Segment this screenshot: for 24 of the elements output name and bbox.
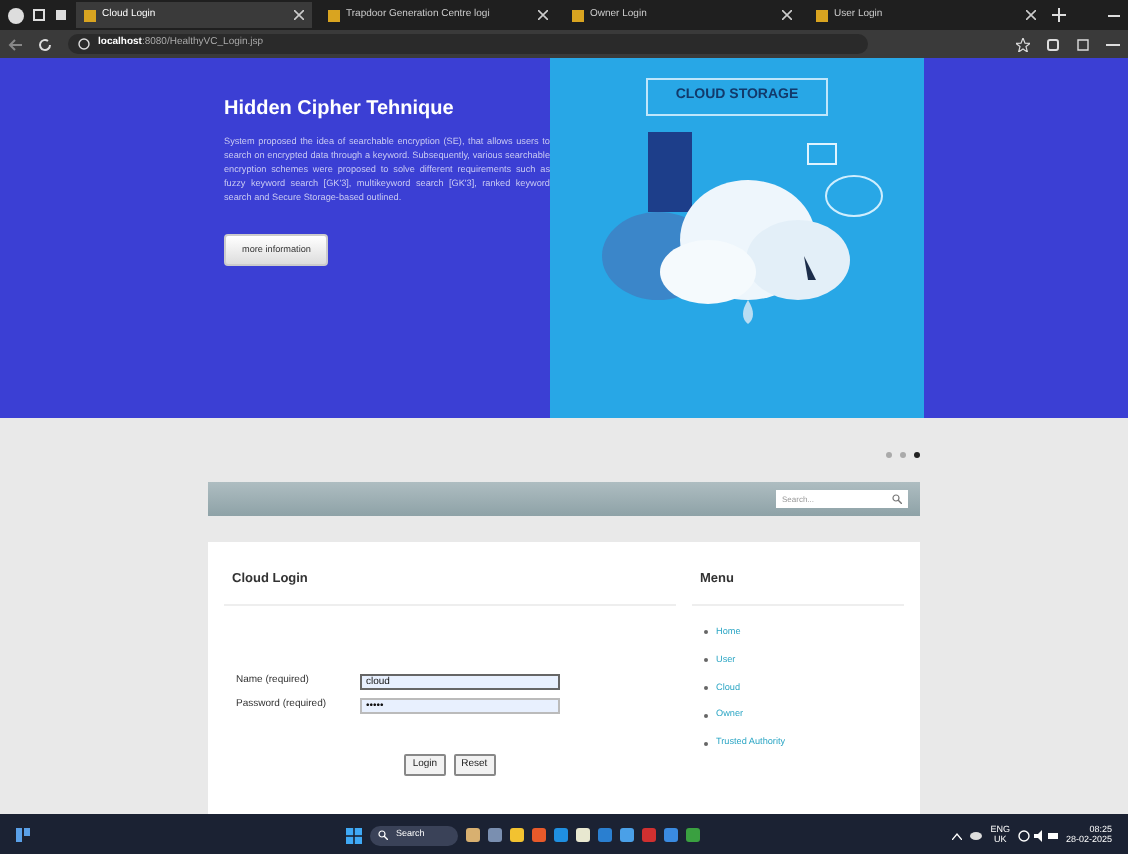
- widgets-icon[interactable]: [16, 828, 30, 842]
- search-icon: [378, 830, 388, 840]
- star-icon[interactable]: [1016, 37, 1030, 51]
- hero-title: Hidden Cipher Tehnique: [224, 98, 454, 122]
- favicon-icon: [84, 9, 96, 21]
- favicon-icon: [572, 9, 584, 21]
- close-icon[interactable]: [538, 10, 548, 20]
- profile-icon[interactable]: [8, 7, 24, 23]
- close-icon[interactable]: [782, 10, 792, 20]
- close-icon[interactable]: [294, 10, 304, 20]
- search-icon[interactable]: [892, 494, 902, 504]
- new-tab-icon[interactable]: [1052, 8, 1066, 22]
- back-icon[interactable]: [8, 37, 22, 51]
- carousel-dot[interactable]: [886, 452, 892, 458]
- close-icon[interactable]: [1026, 10, 1036, 20]
- chevron-up-icon[interactable]: [952, 831, 963, 839]
- refresh-icon[interactable]: [38, 37, 52, 51]
- start-icon[interactable]: [346, 827, 362, 843]
- favicon-icon: [816, 9, 828, 21]
- favicon-icon: [328, 9, 340, 21]
- minimize-icon[interactable]: [1108, 9, 1120, 21]
- network-sound-battery-icon[interactable]: [1017, 829, 1058, 841]
- carousel-dot[interactable]: [900, 452, 906, 458]
- carousel-dot[interactable]: [914, 452, 920, 458]
